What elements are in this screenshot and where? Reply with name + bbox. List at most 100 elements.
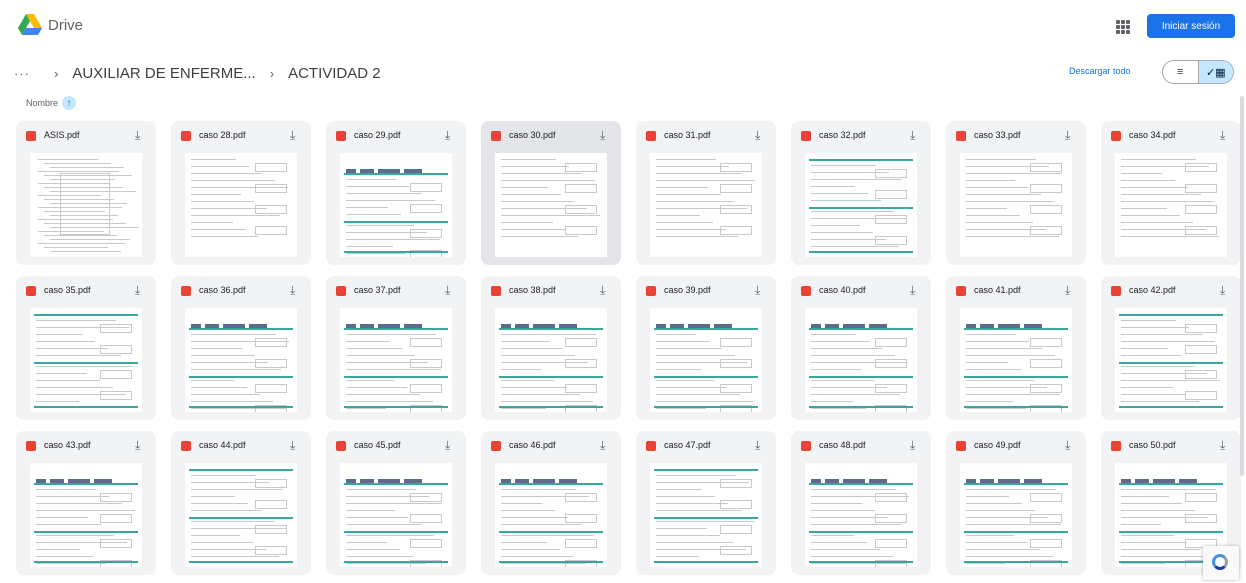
download-icon[interactable]: ⤓ [1065, 128, 1070, 143]
file-thumbnail[interactable] [30, 308, 142, 412]
download-icon[interactable]: ⤓ [445, 283, 450, 298]
file-thumbnail[interactable] [805, 308, 917, 412]
file-thumbnail[interactable] [650, 153, 762, 257]
download-icon[interactable]: ⤓ [910, 438, 915, 453]
file-thumbnail[interactable] [340, 153, 452, 257]
file-card[interactable]: caso 39.pdf ⤓ [636, 276, 776, 420]
apps-grid-icon[interactable] [1116, 20, 1130, 34]
file-thumbnail[interactable] [960, 308, 1072, 412]
download-icon[interactable]: ⤓ [135, 438, 140, 453]
file-card[interactable]: caso 44.pdf ⤓ [171, 431, 311, 575]
download-all-link[interactable]: Descargar todo [1069, 66, 1131, 76]
file-card[interactable]: caso 47.pdf ⤓ [636, 431, 776, 575]
breadcrumb-more-button[interactable]: ··· [14, 66, 30, 81]
file-card[interactable]: caso 45.pdf ⤓ [326, 431, 466, 575]
download-icon[interactable]: ⤓ [910, 128, 915, 143]
file-card[interactable]: ASIS.pdf ⤓ [16, 121, 156, 265]
thumbnail-line [1121, 387, 1173, 388]
download-icon[interactable]: ⤓ [1220, 283, 1225, 298]
file-card[interactable]: caso 32.pdf ⤓ [791, 121, 931, 265]
download-icon[interactable]: ⤓ [445, 128, 450, 143]
file-thumbnail[interactable] [960, 153, 1072, 257]
file-thumbnail[interactable] [30, 463, 142, 567]
file-card[interactable]: caso 33.pdf ⤓ [946, 121, 1086, 265]
file-card[interactable]: caso 38.pdf ⤓ [481, 276, 621, 420]
file-card[interactable]: caso 31.pdf ⤓ [636, 121, 776, 265]
download-icon[interactable]: ⤓ [135, 283, 140, 298]
file-thumbnail[interactable] [805, 463, 917, 567]
file-card[interactable]: caso 46.pdf ⤓ [481, 431, 621, 575]
download-icon[interactable]: ⤓ [910, 283, 915, 298]
scrollbar[interactable] [1240, 96, 1244, 476]
sort-arrow-icon[interactable]: ↑ [62, 96, 77, 110]
file-card[interactable]: caso 37.pdf ⤓ [326, 276, 466, 420]
download-icon[interactable]: ⤓ [290, 128, 295, 143]
file-card[interactable]: caso 34.pdf ⤓ [1101, 121, 1241, 265]
thumbnail-line [189, 328, 293, 330]
file-card[interactable]: caso 49.pdf ⤓ [946, 431, 1086, 575]
file-card[interactable]: caso 43.pdf ⤓ [16, 431, 156, 575]
download-icon[interactable]: ⤓ [290, 283, 295, 298]
file-thumbnail[interactable] [650, 463, 762, 567]
download-icon[interactable]: ⤓ [600, 438, 605, 453]
file-thumbnail[interactable] [185, 308, 297, 412]
pdf-icon [801, 131, 811, 141]
thumbnail-line [346, 387, 407, 388]
file-thumbnail[interactable] [30, 153, 142, 257]
file-card[interactable]: caso 30.pdf ⤓ [481, 121, 621, 265]
file-thumbnail[interactable] [340, 308, 452, 412]
file-thumbnail[interactable] [1115, 153, 1227, 257]
thumbnail-box [720, 359, 752, 368]
download-icon[interactable]: ⤓ [755, 438, 760, 453]
thumbnail-logo-row [191, 316, 287, 329]
thumbnail-line [656, 341, 709, 342]
thumbnail-line [50, 239, 130, 240]
download-icon[interactable]: ⤓ [600, 128, 605, 143]
thumbnail-logo-row [36, 471, 132, 484]
grid-view-button[interactable]: ✓▦ [1197, 61, 1233, 83]
file-card[interactable]: caso 35.pdf ⤓ [16, 276, 156, 420]
file-card[interactable]: caso 42.pdf ⤓ [1101, 276, 1241, 420]
file-card[interactable]: caso 36.pdf ⤓ [171, 276, 311, 420]
download-icon[interactable]: ⤓ [290, 438, 295, 453]
file-thumbnail[interactable] [185, 463, 297, 567]
file-card[interactable]: caso 28.pdf ⤓ [171, 121, 311, 265]
brand-name[interactable]: Drive [48, 17, 83, 34]
thumbnail-line [344, 483, 448, 485]
download-icon[interactable]: ⤓ [600, 283, 605, 298]
download-icon[interactable]: ⤓ [135, 128, 140, 143]
file-thumbnail[interactable] [960, 463, 1072, 567]
breadcrumb-item-parent[interactable]: AUXILIAR DE ENFERME... [72, 65, 255, 82]
thumbnail-line [966, 159, 1036, 160]
drive-logo-icon[interactable] [18, 14, 42, 36]
thumbnail-line [191, 222, 233, 223]
file-thumbnail[interactable] [805, 153, 917, 257]
file-thumbnail[interactable] [495, 153, 607, 257]
file-thumbnail[interactable] [185, 153, 297, 257]
download-icon[interactable]: ⤓ [1065, 438, 1070, 453]
sort-control[interactable]: Nombre ↑ [26, 96, 77, 110]
download-icon[interactable]: ⤓ [445, 438, 450, 453]
thumbnail-box [100, 514, 132, 523]
list-view-button[interactable]: ≡ [1163, 61, 1198, 83]
file-thumbnail[interactable] [650, 308, 762, 412]
sign-in-button[interactable]: Iniciar sesión [1147, 14, 1235, 38]
file-thumbnail[interactable] [340, 463, 452, 567]
thumbnail-line [501, 180, 595, 181]
file-card[interactable]: caso 41.pdf ⤓ [946, 276, 1086, 420]
file-thumbnail[interactable] [495, 463, 607, 567]
recaptcha-badge[interactable] [1203, 546, 1239, 580]
file-thumbnail[interactable] [1115, 308, 1227, 412]
download-icon[interactable]: ⤓ [755, 283, 760, 298]
download-icon[interactable]: ⤓ [1220, 128, 1225, 143]
file-thumbnail[interactable] [495, 308, 607, 412]
file-card[interactable]: caso 29.pdf ⤓ [326, 121, 466, 265]
download-icon[interactable]: ⤓ [1220, 438, 1225, 453]
file-card[interactable]: caso 40.pdf ⤓ [791, 276, 931, 420]
download-icon[interactable]: ⤓ [1065, 283, 1070, 298]
file-card[interactable]: caso 48.pdf ⤓ [791, 431, 931, 575]
breadcrumb-item-current[interactable]: ACTIVIDAD 2 [288, 65, 381, 82]
thumbnail-line [36, 510, 135, 511]
thumbnail-line [811, 200, 881, 201]
download-icon[interactable]: ⤓ [755, 128, 760, 143]
